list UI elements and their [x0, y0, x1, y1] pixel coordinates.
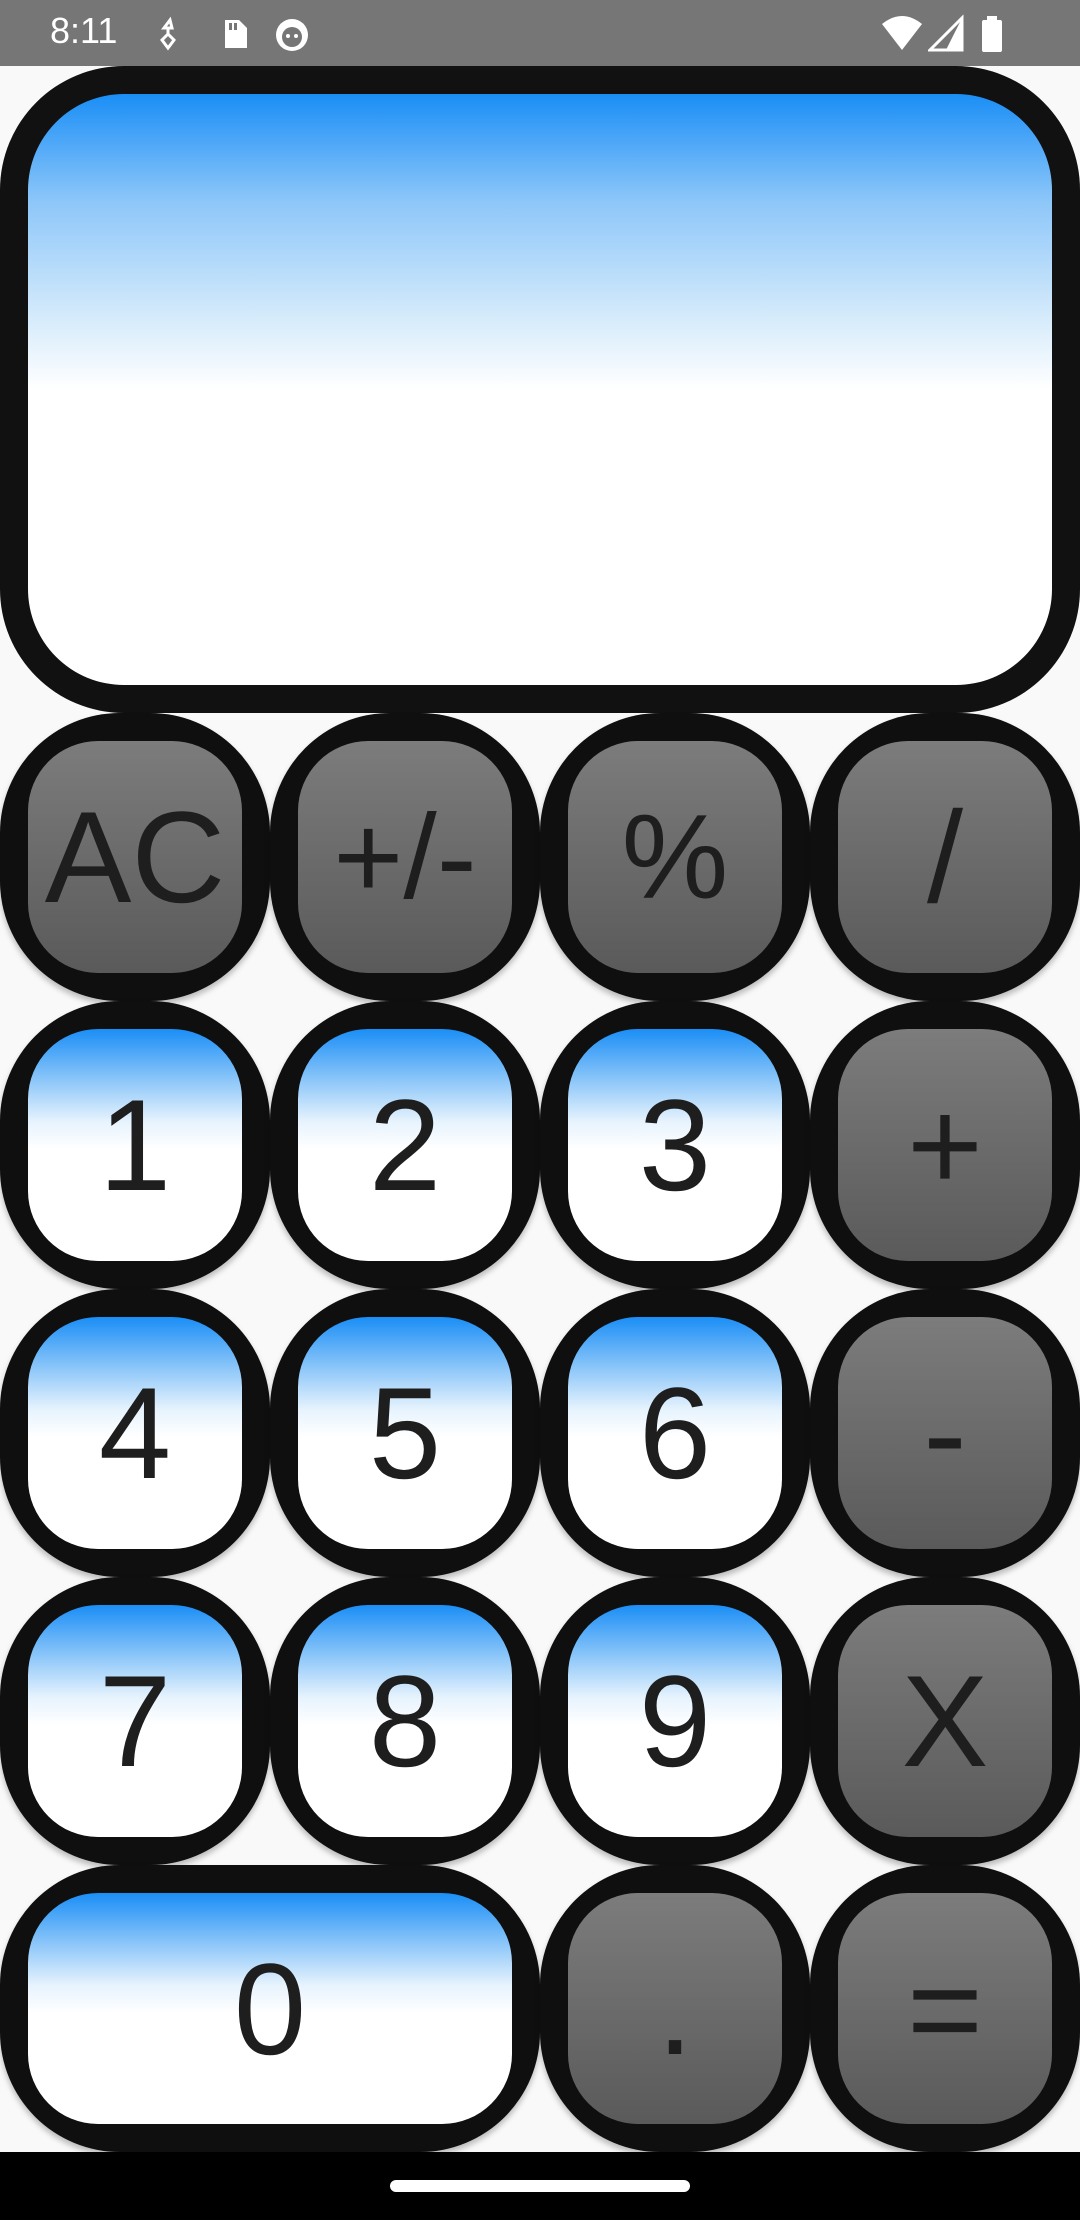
ac-button-label: AC	[28, 741, 242, 973]
digit-0-button[interactable]: 0	[0, 1865, 540, 2152]
subtract-button[interactable]: -	[810, 1289, 1080, 1577]
digit-1-button[interactable]: 1	[0, 1001, 270, 1289]
cat-icon	[276, 19, 308, 51]
navigation-bar	[0, 2152, 1080, 2220]
wifi-icon	[882, 16, 922, 50]
digit-9-label: 9	[568, 1605, 782, 1837]
digit-0-label: 0	[28, 1893, 512, 2124]
add-button[interactable]: +	[810, 1001, 1080, 1289]
multiply-button[interactable]: X	[810, 1577, 1080, 1865]
digit-4-button[interactable]: 4	[0, 1289, 270, 1577]
equals-button-label: =	[838, 1893, 1052, 2124]
add-button-label: +	[838, 1029, 1052, 1261]
digit-7-label: 7	[28, 1605, 242, 1837]
subtract-button-label: -	[838, 1317, 1052, 1549]
percent-button-label: %	[568, 741, 782, 973]
signal-icon	[928, 14, 964, 52]
digit-8-label: 8	[298, 1605, 512, 1837]
digit-5-label: 5	[298, 1317, 512, 1549]
plus-minus-button[interactable]: +/-	[270, 713, 540, 1001]
digit-1-label: 1	[28, 1029, 242, 1261]
digit-4-label: 4	[28, 1317, 242, 1549]
digit-9-button[interactable]: 9	[540, 1577, 810, 1865]
digit-2-button[interactable]: 2	[270, 1001, 540, 1289]
digit-6-label: 6	[568, 1317, 782, 1549]
ac-button[interactable]: AC	[0, 713, 270, 1001]
usb-debug-icon	[160, 16, 176, 51]
digit-6-button[interactable]: 6	[540, 1289, 810, 1577]
decimal-button[interactable]: .	[540, 1865, 810, 2152]
equals-button[interactable]: =	[810, 1865, 1080, 2152]
battery-icon	[982, 16, 1002, 52]
multiply-button-label: X	[838, 1605, 1052, 1837]
digit-8-button[interactable]: 8	[270, 1577, 540, 1865]
display-screen	[28, 94, 1052, 685]
percent-button[interactable]: %	[540, 713, 810, 1001]
status-bar: 8:11	[0, 0, 1080, 66]
divide-button[interactable]: /	[810, 713, 1080, 1001]
calculator-display	[0, 66, 1080, 713]
decimal-button-label: .	[568, 1893, 782, 2124]
plus-minus-button-label: +/-	[298, 741, 512, 973]
digit-2-label: 2	[298, 1029, 512, 1261]
digit-7-button[interactable]: 7	[0, 1577, 270, 1865]
digit-3-button[interactable]: 3	[540, 1001, 810, 1289]
digit-5-button[interactable]: 5	[270, 1289, 540, 1577]
divide-button-label: /	[838, 741, 1052, 973]
status-time: 8:11	[50, 10, 118, 51]
digit-3-label: 3	[568, 1029, 782, 1261]
home-gesture-handle[interactable]	[390, 2180, 690, 2192]
sd-card-icon	[225, 20, 247, 48]
